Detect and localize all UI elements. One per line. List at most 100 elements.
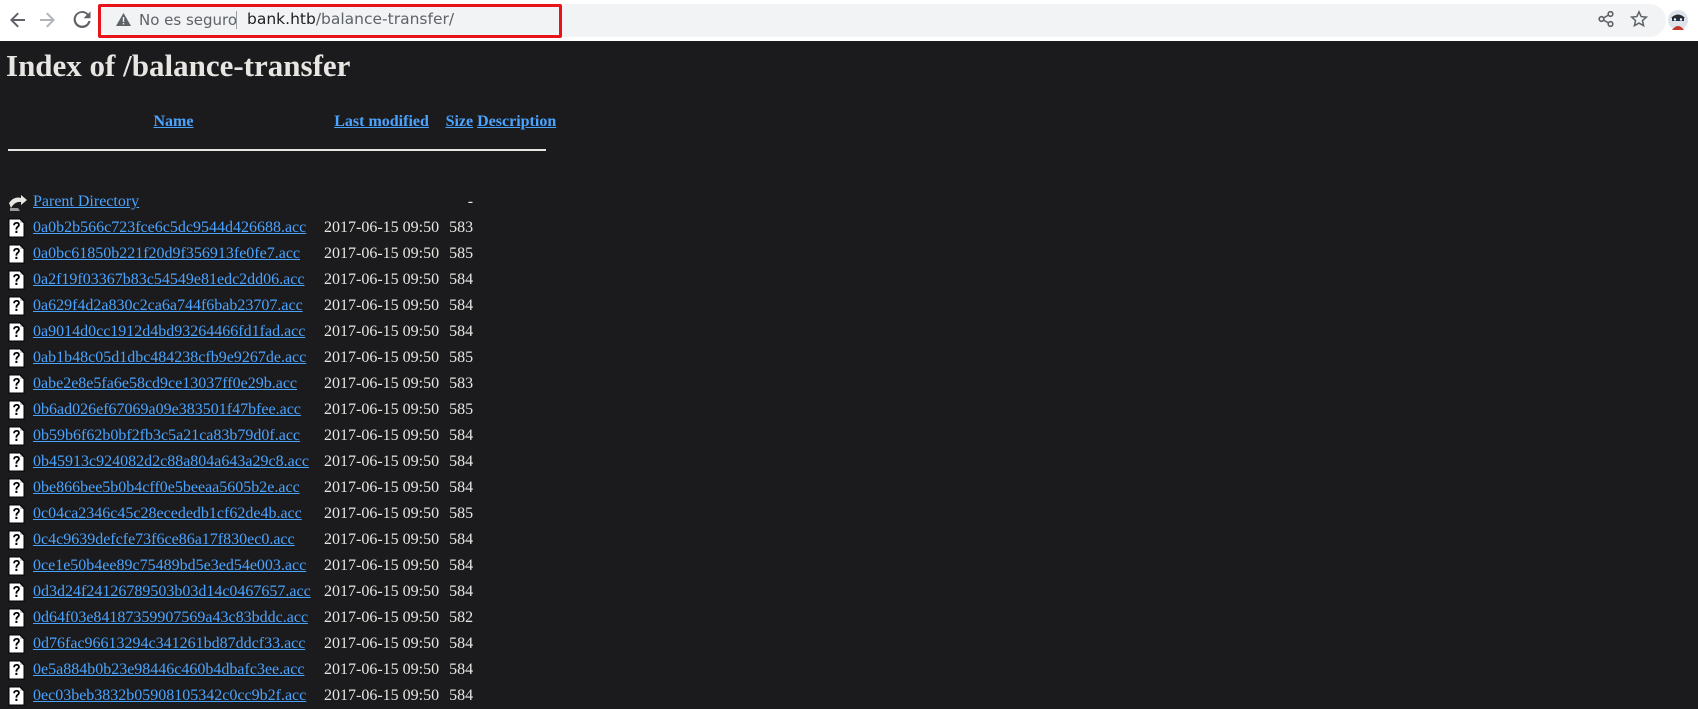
file-last-modified: 2017-06-15 09:50 [324, 479, 440, 496]
url-path: /balance-transfer/ [315, 10, 455, 28]
file-icon-cell [6, 683, 31, 709]
page-title: Index of /balance-transfer [6, 48, 351, 83]
file-link[interactable]: 0a2f19f03367b83c54549e81edc2dd06.acc [33, 271, 304, 288]
file-link[interactable]: 0a0bc61850b221f20d9f356913fe0fe7.acc [33, 245, 300, 262]
file-description [475, 371, 558, 397]
table-header-row: Name Last modified Size Description [6, 107, 558, 137]
unknown-file-icon [8, 608, 25, 628]
file-link[interactable]: 0be866bee5b0b4cff0e5beeaa5605b2e.acc [33, 479, 300, 496]
file-link[interactable]: 0e5a884b0b23e98446c460b4dbafc3ee.acc [33, 661, 304, 678]
forward-button[interactable] [36, 9, 58, 31]
file-description [475, 605, 558, 631]
back-button[interactable] [7, 9, 29, 31]
file-size: 585 [449, 349, 474, 366]
header-description: Description [475, 107, 558, 137]
unknown-file-icon [8, 218, 25, 238]
sort-by-modified-link[interactable]: Last modified [334, 113, 429, 130]
file-description [475, 501, 558, 527]
file-last-modified: 2017-06-15 09:50 [324, 245, 440, 262]
file-row: 0b45913c924082d2c88a804a643a29c8.acc 201… [6, 449, 558, 475]
star-icon[interactable] [1630, 10, 1648, 28]
file-row: 0c4c9639defcfe73f6ce86a17f830ec0.acc 201… [6, 527, 558, 553]
file-link[interactable]: 0b45913c924082d2c88a804a643a29c8.acc [33, 453, 309, 470]
header-divider [6, 137, 558, 163]
warning-triangle-icon [116, 13, 131, 26]
file-size: 584 [449, 557, 474, 574]
file-link[interactable]: 0ce1e50b4ee89c75489bd5e3ed54e003.acc [33, 557, 306, 574]
sort-by-size-link[interactable]: Size [446, 113, 474, 130]
arrow-right-icon [40, 12, 55, 28]
file-last-modified: 2017-06-15 09:50 [324, 505, 440, 522]
share-icon[interactable] [1598, 11, 1614, 27]
file-last-modified: 2017-06-15 09:50 [324, 323, 440, 340]
unknown-file-icon [8, 478, 25, 498]
file-description [475, 553, 558, 579]
profile-avatar[interactable] [1668, 10, 1688, 30]
file-link[interactable]: 0d3d24f24126789503b03d14c0467657.acc [33, 583, 311, 600]
file-last-modified: 2017-06-15 09:50 [324, 349, 440, 366]
file-description [475, 423, 558, 449]
file-link[interactable]: 0ec03beb3832b05908105342c0cc9b2f.acc [33, 687, 306, 704]
file-icon-cell [6, 293, 31, 319]
unknown-file-icon [8, 582, 25, 602]
file-row: 0d3d24f24126789503b03d14c0467657.acc 201… [6, 579, 558, 605]
file-row: 0d64f03e84187359907569a43c83bddc.acc 201… [6, 605, 558, 631]
file-size: 584 [449, 271, 474, 288]
file-link[interactable]: 0b6ad026ef67069a09e383501f47bfee.acc [33, 401, 301, 418]
file-last-modified: 2017-06-15 09:50 [324, 583, 440, 600]
file-description [475, 345, 558, 371]
file-row: 0c04ca2346c45c28ecededb1cf62de4b.acc 201… [6, 501, 558, 527]
file-link[interactable]: 0c04ca2346c45c28ecededb1cf62de4b.acc [33, 505, 302, 522]
file-link[interactable]: 0d76fac96613294c341261bd87ddcf33.acc [33, 635, 305, 652]
file-description [475, 241, 558, 267]
file-link[interactable]: 0d64f03e84187359907569a43c83bddc.acc [33, 609, 308, 626]
file-last-modified: 2017-06-15 09:50 [324, 401, 440, 418]
file-size: 584 [449, 323, 474, 340]
unknown-file-icon [8, 556, 25, 576]
file-row: 0a0b2b566c723fce6c5dc9544d426688.acc 201… [6, 215, 558, 241]
file-last-modified: 2017-06-15 09:50 [324, 687, 440, 704]
file-icon-cell [6, 371, 31, 397]
arrow-left-icon [10, 12, 25, 28]
file-size: 584 [449, 583, 474, 600]
file-link[interactable]: 0c4c9639defcfe73f6ce86a17f830ec0.acc [33, 531, 295, 548]
file-row: 0b6ad026ef67069a09e383501f47bfee.acc 201… [6, 397, 558, 423]
page-body: Index of /balance-transfer Name Last mod… [0, 41, 1698, 706]
back-folder-icon [9, 195, 27, 211]
file-link[interactable]: 0b59b6f62b0bf2fb3c5a21ca83b79d0f.acc [33, 427, 300, 444]
file-description [475, 215, 558, 241]
file-link[interactable]: 0abe2e8e5fa6e58cd9ce13037ff0e29b.acc [33, 375, 297, 392]
file-icon-cell [6, 215, 31, 241]
sort-by-name-link[interactable]: Name [154, 113, 194, 130]
security-status-label[interactable]: No es seguro [139, 11, 237, 29]
file-link[interactable]: 0a9014d0cc1912d4bd93264466fd1fad.acc [33, 323, 305, 340]
file-row: 0ec03beb3832b05908105342c0cc9b2f.acc 201… [6, 683, 558, 709]
reload-icon [73, 11, 91, 29]
file-description [475, 319, 558, 345]
unknown-file-icon [8, 452, 25, 472]
header-divider-row [6, 137, 558, 163]
reload-button[interactable] [71, 9, 93, 31]
file-icon-cell [6, 475, 31, 501]
file-last-modified: 2017-06-15 09:50 [324, 557, 440, 574]
unknown-file-icon [8, 270, 25, 290]
file-row: 0abe2e8e5fa6e58cd9ce13037ff0e29b.acc 201… [6, 371, 558, 397]
file-link[interactable]: 0ab1b48c05d1dbc484238cfb9e9267de.acc [33, 349, 306, 366]
file-description [475, 397, 558, 423]
omnibox-separator [236, 11, 237, 29]
file-description [475, 267, 558, 293]
parent-directory-link[interactable]: Parent Directory [33, 193, 139, 210]
file-row: 0b59b6f62b0bf2fb3c5a21ca83b79d0f.acc 201… [6, 423, 558, 449]
header-size: Size [441, 107, 475, 137]
file-link[interactable]: 0a629f4d2a830c2ca6a744f6bab23707.acc [33, 297, 303, 314]
sort-by-description-link[interactable]: Description [477, 113, 556, 130]
file-icon-cell [6, 397, 31, 423]
file-size: 585 [449, 401, 474, 418]
file-last-modified: 2017-06-15 09:50 [324, 609, 440, 626]
file-row: 0a9014d0cc1912d4bd93264466fd1fad.acc 201… [6, 319, 558, 345]
file-size: 584 [449, 427, 474, 444]
file-link[interactable]: 0a0b2b566c723fce6c5dc9544d426688.acc [33, 219, 306, 236]
file-size: 585 [449, 245, 474, 262]
file-icon-cell [6, 657, 31, 683]
url-text[interactable]: bank.htb/balance-transfer/ [247, 10, 454, 28]
